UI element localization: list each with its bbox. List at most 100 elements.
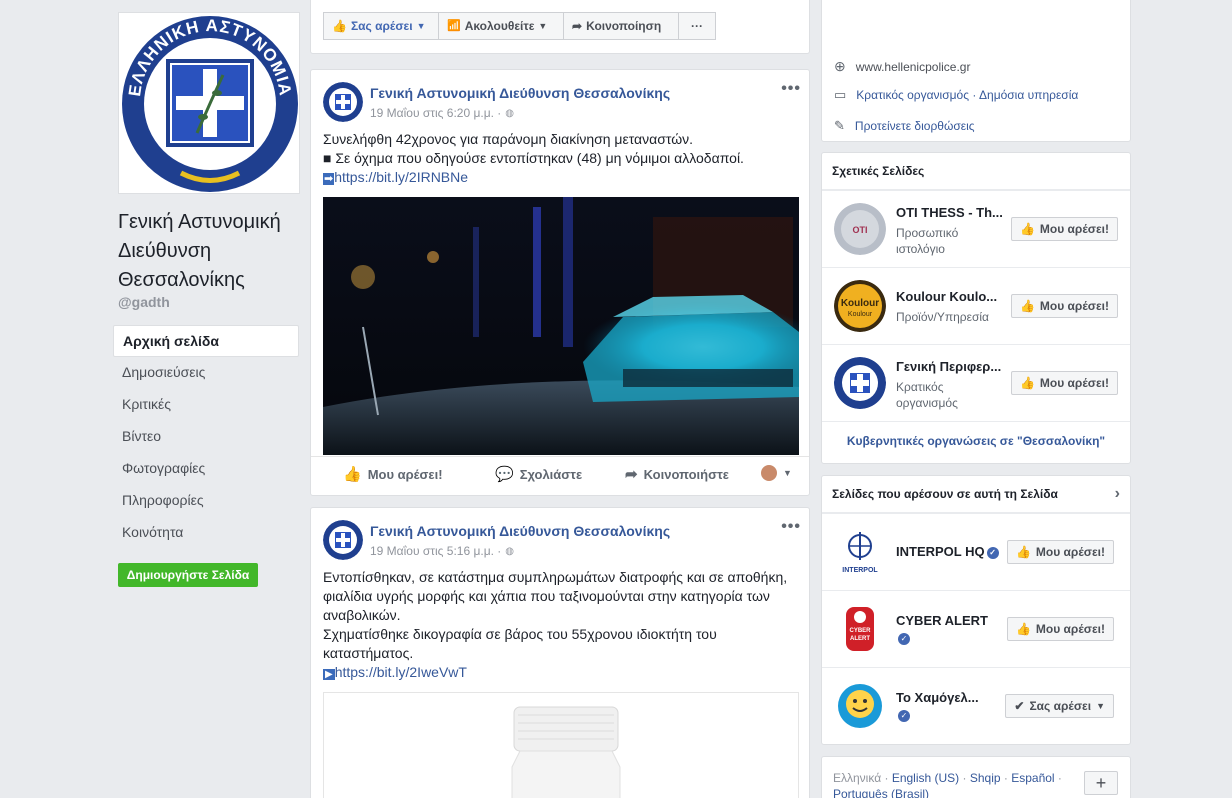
page-profile-picture[interactable]: ΕΛΛΗΝΙΚΗ ΑΣΤΥΝΟΜΙΑ (118, 12, 300, 194)
interpol-logo[interactable]: INTERPOL (834, 526, 886, 578)
post-author-avatar[interactable] (323, 520, 363, 560)
post-link[interactable]: https://bit.ly/2IweVwT (335, 664, 467, 680)
page-title: Γενική Αστυνομική Διεύθυνση Θεσσαλονίκης (118, 211, 281, 291)
verified-badge-icon: ✓ (896, 708, 910, 722)
chevron-right-icon[interactable]: › (1115, 476, 1120, 512)
thumbs-up-icon: 👍 (332, 19, 347, 33)
caret-down-icon: ▼ (1096, 701, 1105, 711)
suggest-edits-link[interactable]: Προτείνετε διορθώσεις (855, 119, 975, 133)
svg-text:Koulour: Koulour (841, 298, 879, 309)
thumbs-up-icon: 👍 (1019, 299, 1035, 313)
category-row: ▭ Κρατικός οργανισμός · Δημόσια υπηρεσία (834, 87, 1078, 103)
post-as-selector[interactable]: ▼ (761, 465, 792, 481)
like-action[interactable]: 👍 Μου αρέσει! (343, 465, 443, 483)
liked-page-item: Το Χαμόγελ... ✓ ✔ Σας αρέσει ▼ (822, 667, 1130, 744)
like-page-button[interactable]: 👍 Μου αρέσει! (1010, 371, 1118, 395)
thumbs-up-icon: 👍 (1019, 222, 1035, 236)
related-page-name[interactable]: OTI THESS - Th... (896, 205, 1003, 220)
language-link[interactable]: Shqip (970, 771, 1001, 785)
language-link[interactable]: Português (Brasil) (833, 787, 929, 798)
add-language-button[interactable]: + (1084, 771, 1118, 795)
thumbs-up-icon: 👍 (1015, 545, 1031, 559)
page-action-bar: 👍 Σας αρέσει ▼ 📶 Ακολουθείτε ▼ ➦ Κοινοπο… (310, 0, 810, 54)
like-page-button[interactable]: 👍 Μου αρέσει! (1006, 540, 1114, 564)
smile-of-child-logo[interactable] (834, 680, 886, 732)
post-image[interactable] (323, 692, 799, 798)
government-orgs-link[interactable]: Κυβερνητικές οργανώσεις σε "Θεσσαλονίκη" (822, 421, 1130, 463)
category-icon: ▭ (834, 87, 847, 102)
thumbs-up-icon: 👍 (1019, 376, 1035, 390)
language-link[interactable]: Español (1011, 771, 1054, 785)
more-button[interactable]: ··· (678, 12, 716, 40)
svg-text:CYBER: CYBER (849, 628, 871, 634)
post-image[interactable] (323, 197, 799, 455)
like-page-button[interactable]: 👍 Μου αρέσει! (1010, 294, 1118, 318)
caret-down-icon: ▼ (783, 468, 792, 478)
language-current: Ελληνικά (833, 771, 882, 785)
svg-text:ALERT: ALERT (850, 636, 870, 642)
globe-icon: ◍ (505, 107, 515, 119)
nav-videos[interactable]: Βίντεο (113, 421, 299, 453)
liked-page-button[interactable]: ✔ Σας αρέσει ▼ (1005, 694, 1114, 718)
category-link[interactable]: Κρατικός οργανισμός · Δημόσια υπηρεσία (856, 88, 1078, 102)
post: Γενική Αστυνομική Διεύθυνση Θεσσαλονίκης… (310, 507, 810, 798)
page-handle[interactable]: @gadth (118, 294, 170, 310)
language-links: Ελληνικά · English (US) · Shqip · Españo… (833, 770, 1083, 798)
post-author-name[interactable]: Γενική Αστυνομική Διεύθυνση Θεσσαλονίκης (370, 85, 670, 101)
thumbs-up-icon: 👍 (343, 466, 362, 483)
comment-action[interactable]: 💬 Σχολιάστε (495, 465, 582, 483)
checkmark-icon: ✔ (1014, 699, 1025, 713)
related-page-item: Γενική Περιφερ... Κρατικός οργανισμός 👍 … (822, 344, 1130, 421)
post-options-icon[interactable]: ••• (781, 518, 801, 536)
post-author-name[interactable]: Γενική Αστυνομική Διεύθυνση Θεσσαλονίκης (370, 523, 670, 539)
svg-text:Koulour: Koulour (848, 311, 873, 318)
share-action[interactable]: ➦ Κοινοποιήστε (625, 465, 729, 483)
post-timestamp: 19 Μαΐου στις 6:20 μ.μ. · ◍ (370, 106, 515, 120)
post-options-icon[interactable]: ••• (781, 80, 801, 98)
svg-text:INTERPOL: INTERPOL (842, 567, 878, 574)
nav-community[interactable]: Κοινότητα (113, 517, 299, 549)
related-page-name[interactable]: Γενική Περιφερ... (896, 359, 1001, 374)
related-page-logo[interactable]: OTI (834, 203, 886, 255)
liked-pages-header[interactable]: Σελίδες που αρέσουν σε αυτή τη Σελίδα › (822, 476, 1130, 513)
suggest-edits-row: ✎ Προτείνετε διορθώσεις (834, 118, 975, 134)
share-button[interactable]: ➦ Κοινοποίηση (563, 12, 679, 40)
liked-page-name[interactable]: CYBER ALERT (896, 613, 988, 628)
following-button[interactable]: 📶 Ακολουθείτε ▼ (438, 12, 564, 40)
nav-home[interactable]: Αρχική σελίδα (113, 325, 299, 357)
globe-icon: ⊕ (834, 58, 846, 74)
verified-badge-icon: ✓ (986, 546, 999, 559)
nav-photos[interactable]: Φωτογραφίες (113, 453, 299, 485)
liked-page-item: INTERPOL INTERPOL HQ ✓ 👍 Μου αρέσει! (822, 513, 1130, 590)
related-page-logo[interactable] (834, 357, 886, 409)
nav-posts[interactable]: Δημοσιεύσεις (113, 357, 299, 389)
post-link[interactable]: https://bit.ly/2IRNBNe (334, 169, 468, 185)
comment-icon: 💬 (495, 466, 514, 483)
related-page-category: Κρατικός οργανισμός (896, 380, 958, 410)
post-author-avatar[interactable] (323, 82, 363, 122)
nav-reviews[interactable]: Κριτικές (113, 389, 299, 421)
liked-page-name[interactable]: Το Χαμόγελ... (896, 690, 979, 705)
post-body: Εντοπίσθηκαν, σε κατάστημα συμπληρωμάτων… (323, 569, 788, 680)
police-logo: ΕΛΛΗΝΙΚΗ ΑΣΤΥΝΟΜΙΑ (122, 16, 298, 192)
post-body: Συνελήφθη 42χρονος για παράνομη διακίνησ… (323, 131, 744, 185)
liked-button[interactable]: 👍 Σας αρέσει ▼ (323, 12, 439, 40)
post-timestamp: 19 Μαΐου στις 5:16 μ.μ. · ◍ (370, 544, 515, 558)
language-link[interactable]: English (US) (892, 771, 959, 785)
related-page-logo[interactable]: Koulour Koulour (834, 280, 886, 332)
related-pages-box: Σχετικές Σελίδες OTI OTI THESS - Th... Π… (821, 152, 1131, 464)
related-page-name[interactable]: Koulour Koulo... (896, 289, 997, 304)
related-pages-header: Σχετικές Σελίδες (822, 153, 1130, 190)
create-page-button[interactable]: Δημιουργήστε Σελίδα (118, 563, 258, 587)
cyber-alert-logo[interactable]: CYBER ALERT (834, 603, 886, 655)
related-page-item: Koulour Koulour Koulour Koulo... Προϊόν/Υ… (822, 267, 1130, 344)
website-row: ⊕ www.hellenicpolice.gr (834, 58, 970, 75)
caret-down-icon: ▼ (416, 21, 426, 31)
thumbs-up-icon: 👍 (1015, 622, 1031, 636)
nav-about[interactable]: Πληροφορίες (113, 485, 299, 517)
like-page-button[interactable]: 👍 Μου αρέσει! (1006, 617, 1114, 641)
like-page-button[interactable]: 👍 Μου αρέσει! (1010, 217, 1118, 241)
liked-page-name[interactable]: INTERPOL HQ ✓ (896, 544, 999, 559)
page-info-box: ⊕ www.hellenicpolice.gr ▭ Κρατικός οργαν… (821, 0, 1131, 142)
website-link[interactable]: www.hellenicpolice.gr (856, 60, 971, 74)
